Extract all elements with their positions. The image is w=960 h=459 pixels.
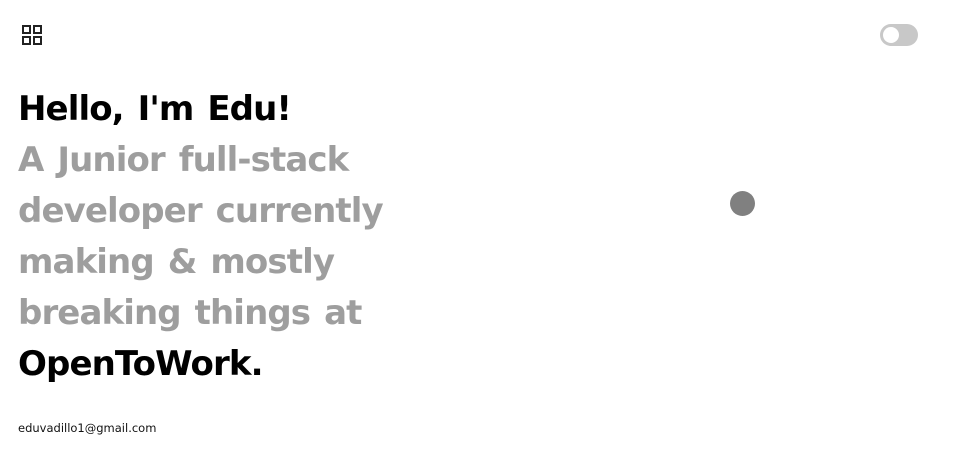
hero-heading: Hello, I'm Edu! A Junior full-stack deve… xyxy=(18,84,418,390)
hero-tagline-line-3: making & mostly xyxy=(18,242,335,282)
hero-tagline-line-1: A Junior full-stack xyxy=(18,140,349,180)
theme-toggle[interactable] xyxy=(880,24,918,46)
email-link[interactable]: eduvadillo1@gmail.com xyxy=(18,421,156,435)
hero-tagline-line-4: breaking things at xyxy=(18,293,362,333)
hero-company: OpenToWork. xyxy=(18,344,263,384)
hero-greeting: Hello, I'm Edu! xyxy=(18,89,292,129)
toggle-knob xyxy=(883,27,899,43)
cursor-dot xyxy=(730,191,755,216)
page: Hello, I'm Edu! A Junior full-stack deve… xyxy=(0,0,960,459)
hero-tagline-line-2: developer currently xyxy=(18,191,384,231)
grid-icon xyxy=(22,25,42,45)
grid-menu-button[interactable] xyxy=(22,25,42,45)
